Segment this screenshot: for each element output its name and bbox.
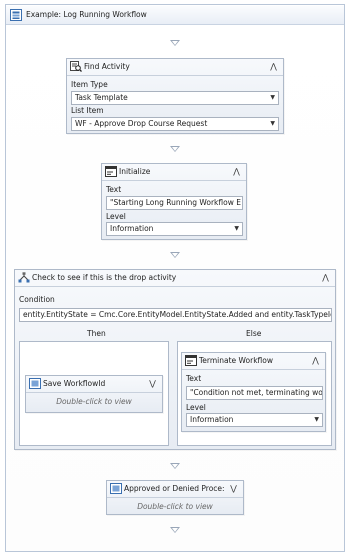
- item-type-value: Task Template: [75, 93, 128, 102]
- find-activity[interactable]: Find Activity ⋀ Item Type Task Template …: [66, 58, 284, 134]
- save-workflowid-header[interactable]: Save WorkflowId ⋁: [26, 376, 162, 393]
- condition-label: Condition: [19, 295, 55, 304]
- text-input[interactable]: "Starting Long Running Workflow E: [106, 196, 243, 210]
- save-workflowid-title: Save WorkflowId: [43, 379, 106, 388]
- expand-icon[interactable]: ⋁: [228, 483, 239, 494]
- list-item-select[interactable]: WF - Approve Drop Course Request ▼: [71, 117, 279, 131]
- level-label: Level: [186, 403, 206, 412]
- double-click-hint: Double-click to view: [56, 397, 132, 406]
- triangle-down-icon[interactable]: ▼: [234, 223, 239, 235]
- triangle-down-icon[interactable]: ▼: [314, 414, 319, 426]
- list-item-label: List Item: [71, 106, 104, 115]
- if-activity[interactable]: Check to see if this is the drop activit…: [14, 269, 336, 450]
- approved-or-denied-header[interactable]: Approved or Denied Proce: ⋁: [107, 481, 243, 498]
- collapse-icon[interactable]: ⋀: [268, 61, 279, 72]
- sequence-icon: [10, 9, 22, 21]
- condition-value: entity.EntityState = Cmc.Core.EntityMode…: [23, 310, 332, 319]
- text-label: Text: [106, 185, 122, 194]
- level-value: Information: [110, 224, 154, 233]
- double-click-hint: Double-click to view: [137, 502, 213, 511]
- then-branch[interactable]: Save WorkflowId ⋁ Double-click to view: [19, 341, 169, 446]
- else-branch[interactable]: Terminate Workflow ⋀ Text "Condition not…: [177, 341, 332, 446]
- collapse-icon[interactable]: ⋀: [231, 166, 242, 177]
- else-label: Else: [246, 329, 262, 338]
- find-icon: [70, 61, 82, 72]
- flow-arrow: [170, 146, 180, 152]
- write-line-icon: [105, 166, 117, 177]
- approved-or-denied-activity[interactable]: Approved or Denied Proce: ⋁ Double-click…: [106, 480, 244, 515]
- flow-arrow: [170, 527, 180, 533]
- level-label: Level: [106, 212, 126, 221]
- item-type-label: Item Type: [71, 80, 108, 89]
- initialize-header[interactable]: Initialize ⋀: [102, 164, 246, 181]
- collapse-icon[interactable]: ⋀: [320, 272, 331, 283]
- save-workflowid-activity[interactable]: Save WorkflowId ⋁ Double-click to view: [25, 375, 163, 413]
- workflow-title: Example: Log Running Workflow: [26, 10, 147, 19]
- terminate-level-value: Information: [190, 415, 234, 424]
- if-activity-header[interactable]: Check to see if this is the drop activit…: [15, 270, 335, 287]
- level-select[interactable]: Information ▼: [106, 222, 243, 236]
- terminate-text-input[interactable]: "Condition not met, terminating wo: [186, 386, 323, 400]
- workflow-header[interactable]: Example: Log Running Workflow: [6, 6, 344, 25]
- triangle-down-icon[interactable]: ▼: [270, 118, 275, 130]
- item-type-select[interactable]: Task Template ▼: [71, 91, 279, 105]
- terminate-level-select[interactable]: Information ▼: [186, 413, 323, 427]
- flow-arrow: [170, 463, 180, 469]
- terminate-title: Terminate Workflow: [199, 356, 273, 365]
- approved-or-denied-title: Approved or Denied Proce:: [124, 484, 225, 493]
- find-activity-header[interactable]: Find Activity ⋀: [67, 59, 283, 76]
- branch-icon: [18, 272, 30, 283]
- triangle-down-icon[interactable]: ▼: [270, 92, 275, 104]
- expand-icon[interactable]: ⋁: [147, 378, 158, 389]
- initialize-title: Initialize: [119, 167, 151, 176]
- collapse-icon[interactable]: ⋀: [310, 355, 321, 366]
- activity-icon: [29, 378, 41, 389]
- terminate-icon: [185, 355, 197, 366]
- activity-icon: [110, 483, 122, 494]
- then-label: Then: [87, 329, 106, 338]
- flow-arrow: [170, 252, 180, 258]
- terminate-header[interactable]: Terminate Workflow ⋀: [182, 353, 325, 370]
- condition-input[interactable]: entity.EntityState = Cmc.Core.EntityMode…: [19, 308, 332, 322]
- text-value: "Starting Long Running Workflow E: [110, 198, 241, 207]
- terminate-text-value: "Condition not met, terminating wo: [190, 388, 323, 397]
- terminate-activity[interactable]: Terminate Workflow ⋀ Text "Condition not…: [181, 352, 326, 432]
- list-item-value: WF - Approve Drop Course Request: [75, 119, 208, 128]
- text-label: Text: [186, 374, 202, 383]
- if-activity-title: Check to see if this is the drop activit…: [32, 273, 177, 282]
- find-activity-title: Find Activity: [84, 62, 130, 71]
- flow-arrow: [170, 40, 180, 46]
- initialize-activity[interactable]: Initialize ⋀ Text "Starting Long Running…: [101, 163, 247, 240]
